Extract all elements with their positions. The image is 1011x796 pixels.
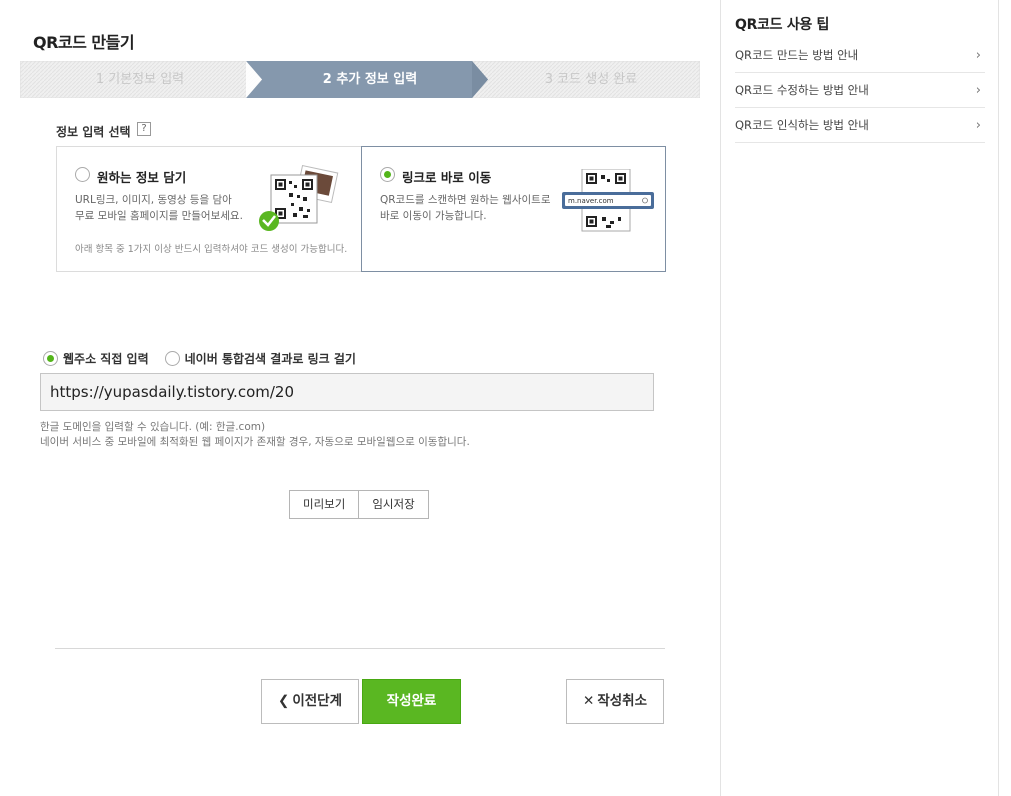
option-link-direct-title: 링크로 바로 이동	[402, 170, 492, 185]
option-custom-info-desc-line-1: URL링크, 이미지, 동영상 등을 담아	[75, 194, 232, 206]
tip-item-create-label: QR코드 만드는 방법 안내	[735, 48, 859, 62]
option-link-direct-desc: QR코드를 스캔하면 원하는 웹사이트로 바로 이동이 가능합니다.	[380, 192, 560, 224]
chevron-right-icon: ›	[975, 117, 981, 133]
option-link-direct-desc-line-1: QR코드를 스캔하면 원하는 웹사이트로	[380, 194, 551, 206]
tip-item-create[interactable]: QR코드 만드는 방법 안내 ›	[735, 38, 985, 73]
tip-item-scan-label: QR코드 인식하는 방법 안내	[735, 118, 869, 132]
step-2-label: 2 추가 정보 입력	[322, 72, 418, 87]
temp-save-button[interactable]: 임시저장	[359, 490, 429, 519]
preview-button[interactable]: 미리보기	[289, 490, 360, 519]
hint-korean-domain: 한글 도메인을 입력할 수 있습니다. (예: 한글.com)	[40, 421, 266, 433]
option-custom-info[interactable]: 원하는 정보 담기 URL링크, 이미지, 동영상 등을 담아 무료 모바일 홈…	[56, 146, 362, 272]
option-custom-info-note: 아래 항목 중 1가지 이상 반드시 입력하셔야 코드 생성이 가능합니다.	[75, 244, 348, 255]
option-link-direct[interactable]: 링크로 바로 이동 QR코드를 스캔하면 원하는 웹사이트로 바로 이동이 가능…	[361, 146, 666, 272]
tip-item-edit-label: QR코드 수정하는 방법 안내	[735, 83, 869, 97]
link-type-direct-option[interactable]: 웹주소 직접 입력	[43, 350, 149, 367]
qr-link-url-sample: m.naver.com	[568, 197, 614, 205]
option-link-direct-desc-line-2: 바로 이동이 가능합니다.	[380, 210, 487, 222]
done-button[interactable]: 작성완료	[362, 679, 461, 724]
qr-photo-illustration-icon	[259, 165, 339, 231]
option-custom-info-desc-line-2: 무료 모바일 홈페이지를 만들어보세요.	[75, 210, 243, 222]
option-custom-info-radio[interactable]	[75, 167, 90, 182]
step-3-label: 3 코드 생성 완료	[544, 72, 638, 87]
tips-list: QR코드 만드는 방법 안내 › QR코드 수정하는 방법 안내 › QR코드 …	[735, 38, 985, 143]
cancel-button[interactable]: ✕ 작성취소	[566, 679, 664, 724]
link-type-naver-option[interactable]: 네이버 통합검색 결과로 링크 걸기	[164, 350, 356, 367]
prev-step-label: 이전단계	[292, 693, 342, 709]
preview-save-group: 미리보기 임시저장	[289, 490, 429, 519]
link-type-direct-label[interactable]: 웹주소 직접 입력	[63, 350, 149, 367]
help-icon[interactable]: ?	[137, 122, 151, 136]
link-type-radio-group: 웹주소 직접 입력 네이버 통합검색 결과로 링크 걸기	[43, 349, 372, 367]
tip-item-scan[interactable]: QR코드 인식하는 방법 안내 ›	[735, 108, 985, 143]
chevron-left-icon: ❮	[278, 693, 290, 709]
link-type-naver-label[interactable]: 네이버 통합검색 결과로 링크 걸기	[185, 350, 356, 367]
info-select-label: 정보 입력 선택	[56, 125, 131, 139]
option-link-direct-radio[interactable]	[380, 167, 395, 182]
qr-link-illustration-icon: m.naver.com	[562, 169, 654, 232]
link-type-naver-radio[interactable]	[164, 350, 180, 366]
close-icon: ✕	[583, 693, 595, 709]
option-custom-info-desc: URL링크, 이미지, 동영상 등을 담아 무료 모바일 홈페이지를 만들어보세…	[75, 192, 255, 224]
url-input[interactable]: https://yupasdaily.tistory.com/20	[40, 373, 654, 411]
cancel-label: 작성취소	[597, 693, 647, 709]
tips-title: QR코드 사용 팁	[735, 17, 830, 33]
chevron-right-icon: ›	[975, 82, 981, 98]
link-type-direct-radio[interactable]	[43, 350, 58, 366]
tip-item-edit[interactable]: QR코드 수정하는 방법 안내 ›	[735, 73, 985, 108]
step-progress: 1 기본정보 입력 2 추가 정보 입력 3 코드 생성 완료	[20, 61, 700, 98]
hint-mobile-redirect: 네이버 서비스 중 모바일에 최적화된 웹 페이지가 존재할 경우, 자동으로 …	[40, 436, 470, 448]
sidebar-right-border	[998, 0, 999, 796]
divider	[55, 648, 665, 649]
prev-step-button[interactable]: ❮ 이전단계	[261, 679, 359, 724]
option-custom-info-title: 원하는 정보 담기	[97, 170, 187, 185]
page-title: QR코드 만들기	[33, 33, 135, 52]
main-panel: QR코드 만들기 1 기본정보 입력 2 추가 정보 입력 3 코드 생성 완료…	[0, 0, 720, 796]
sidebar-divider	[720, 0, 721, 796]
step-1-label: 1 기본정보 입력	[95, 72, 185, 87]
chevron-right-icon: ›	[975, 47, 981, 63]
